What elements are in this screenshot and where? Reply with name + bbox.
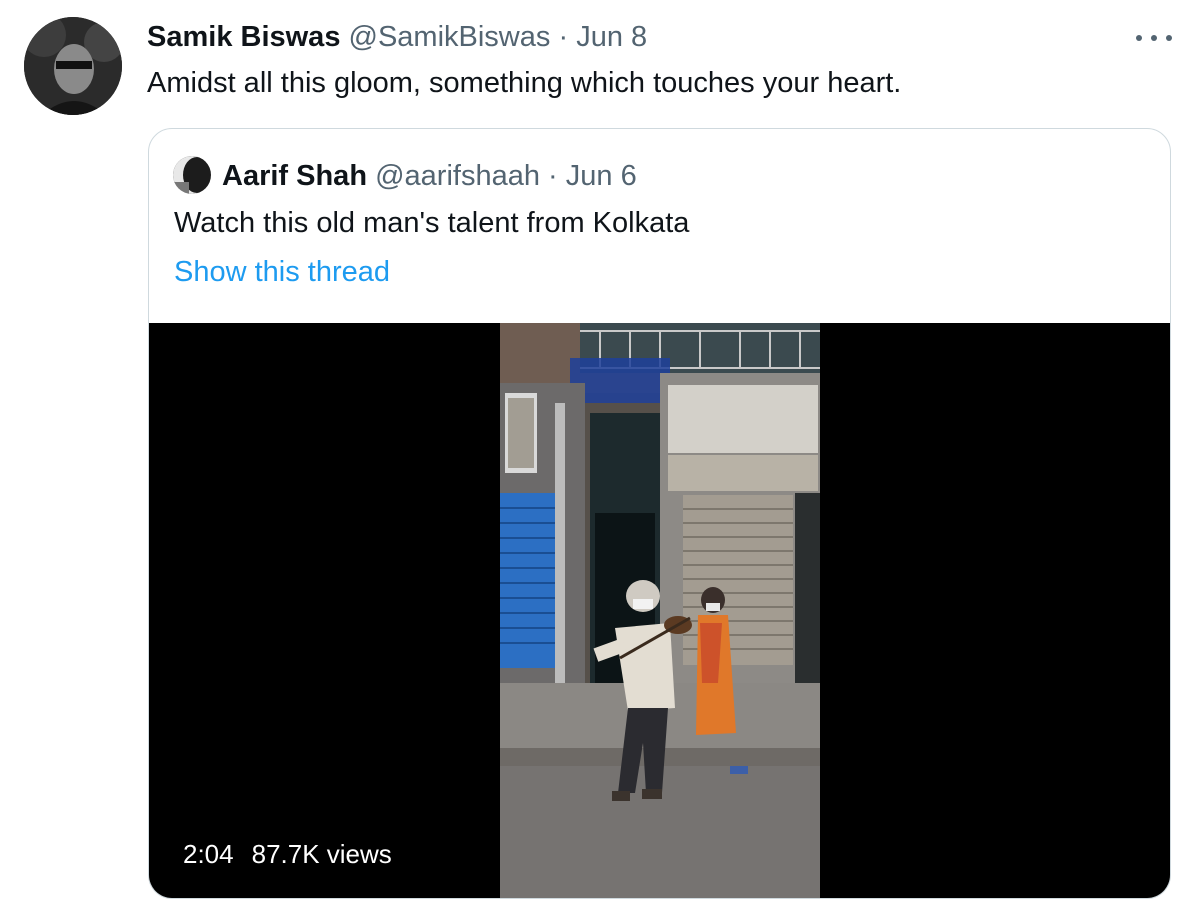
- video-player[interactable]: 2:04 87.7K views: [149, 323, 1170, 898]
- separator-dot: ·: [558, 21, 569, 53]
- video-duration: 2:04: [183, 839, 234, 869]
- author-avatar[interactable]: [24, 17, 122, 115]
- quoted-tweet-text: Watch this old man's talent from Kolkata: [174, 207, 690, 239]
- quoted-author-handle: @aarifshaah: [375, 160, 540, 192]
- show-thread-link[interactable]: Show this thread: [174, 253, 390, 291]
- tweet: Samik Biswas @SamikBiswas · Jun 8 Amidst…: [0, 0, 1200, 913]
- tweet-text: Amidst all this gloom, something which t…: [147, 67, 902, 99]
- quoted-author-avatar[interactable]: [173, 156, 211, 194]
- author-name[interactable]: Samik Biswas: [147, 21, 340, 53]
- video-views: 87.7K views: [251, 839, 392, 869]
- quoted-author-name: Aarif Shah: [222, 160, 368, 192]
- video-stats: 2:04 87.7K views: [183, 837, 392, 871]
- tweet-date[interactable]: Jun 8: [576, 21, 647, 53]
- quoted-separator-dot: ·: [548, 160, 558, 192]
- quoted-tweet[interactable]: Aarif Shah @aarifshaah · Jun 6 Watch thi…: [148, 128, 1171, 899]
- author-handle[interactable]: @SamikBiswas: [349, 21, 551, 53]
- quoted-tweet-header: Aarif Shah @aarifshaah · Jun 6: [222, 157, 637, 195]
- more-horizontal-icon[interactable]: [1136, 26, 1172, 50]
- video-frame: [500, 323, 820, 898]
- tweet-header: Samik Biswas @SamikBiswas · Jun 8: [147, 18, 647, 56]
- quoted-tweet-date: Jun 6: [565, 160, 637, 192]
